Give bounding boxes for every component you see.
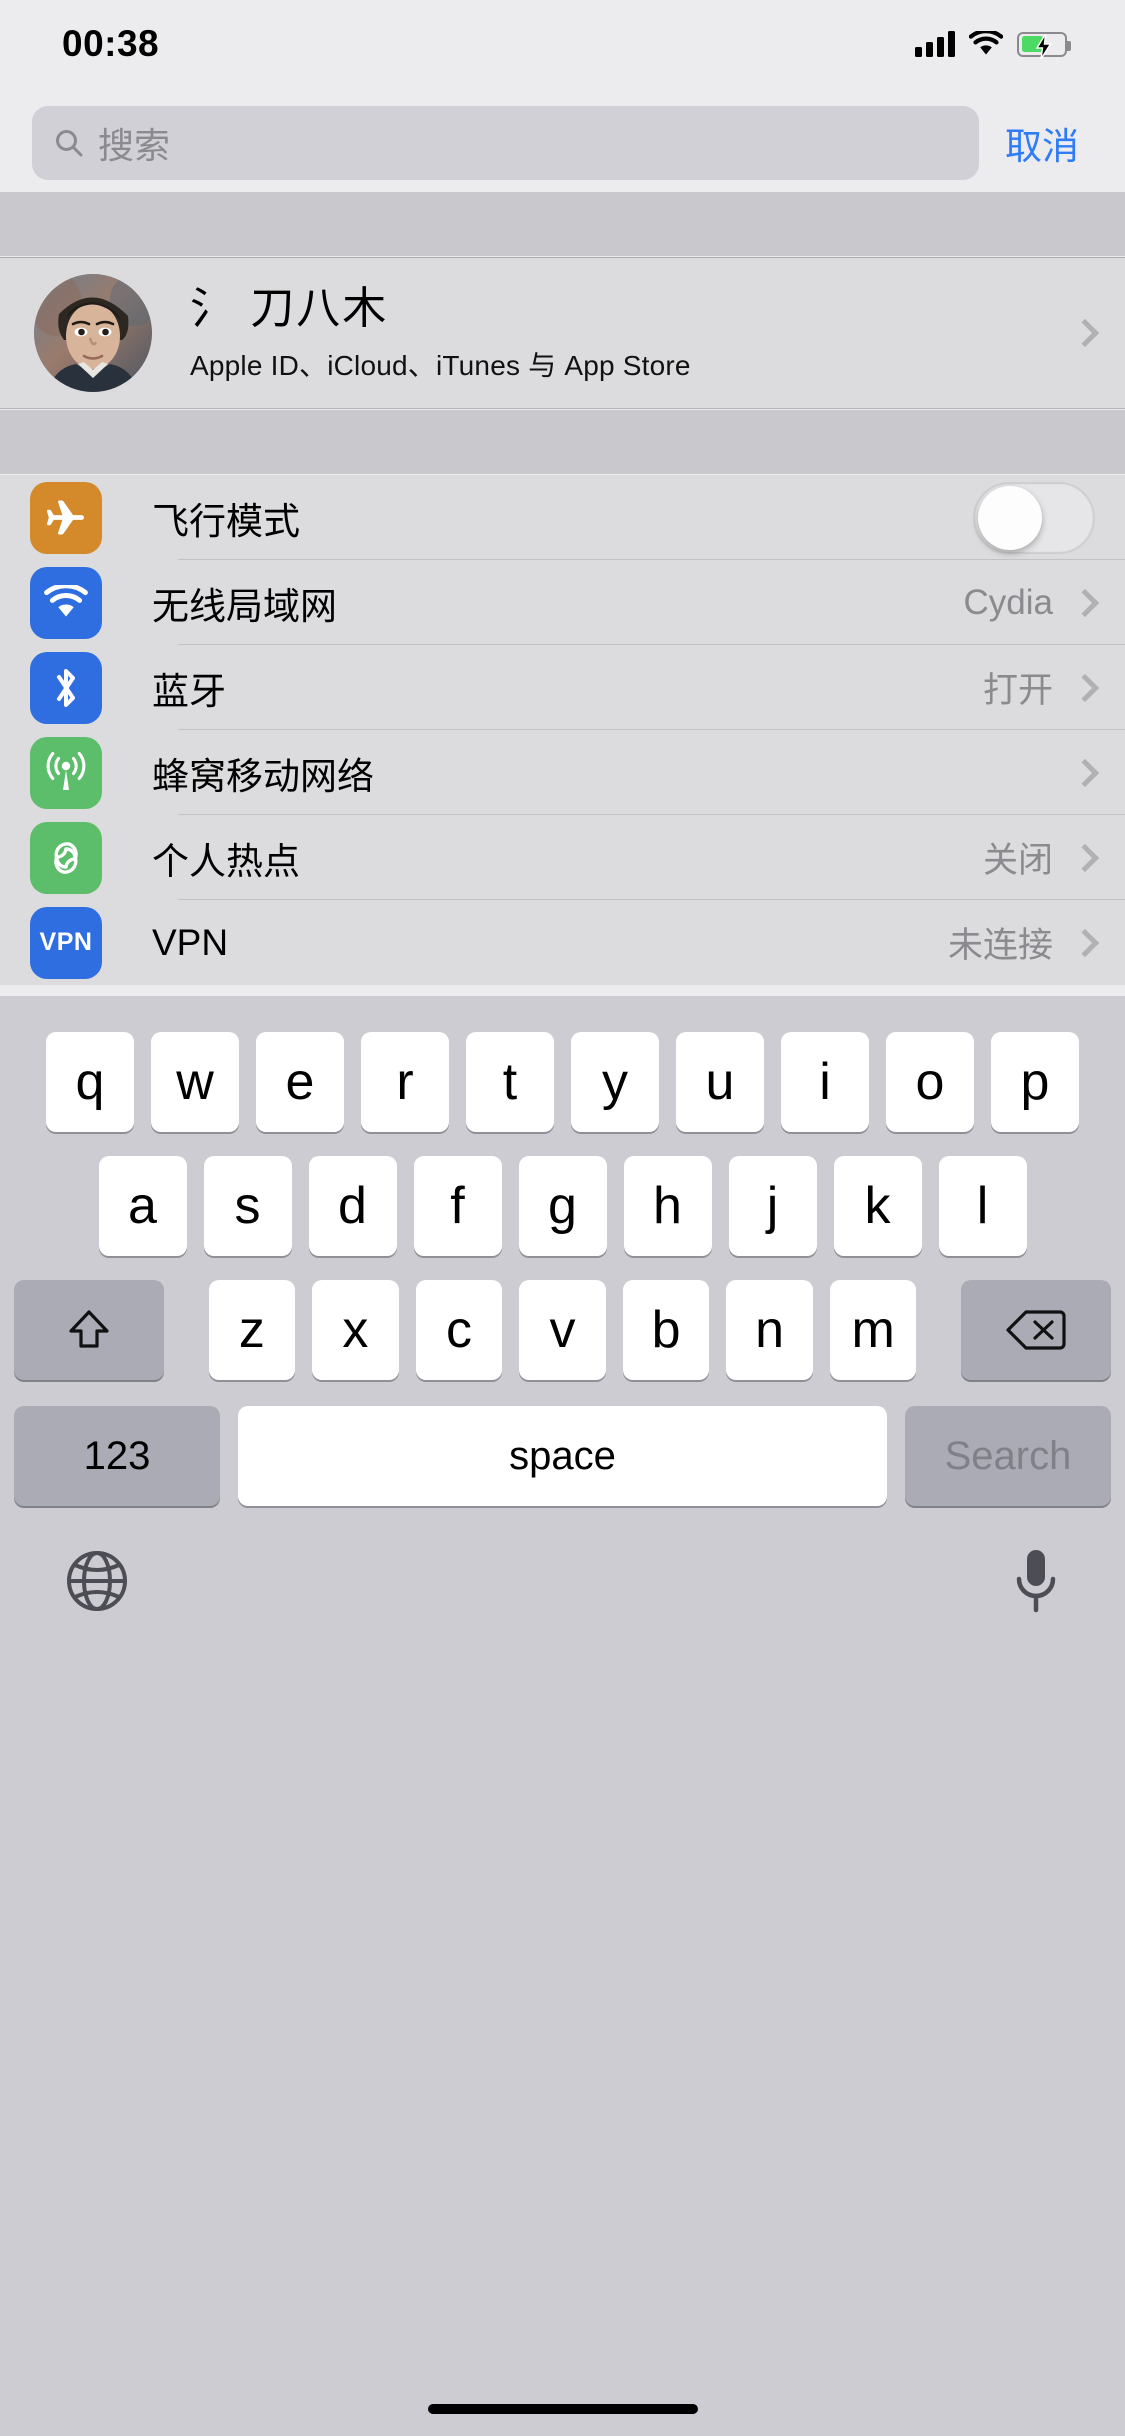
- search-cancel-button[interactable]: 取消: [979, 116, 1093, 170]
- key-d[interactable]: d: [308, 1156, 397, 1256]
- settings-row-value: 打开: [982, 671, 1053, 710]
- settings-row-value: Cydia: [963, 582, 1053, 622]
- chevron-right-icon: [1070, 843, 1100, 872]
- key-y[interactable]: y: [571, 1032, 659, 1132]
- status-bar-clock: 00:38: [62, 23, 160, 64]
- key-s[interactable]: s: [203, 1156, 292, 1256]
- search-bar: 搜索 取消: [0, 96, 1125, 190]
- settings-row-label: 蜂窝移动网络: [152, 755, 374, 797]
- chevron-right-icon: [1070, 758, 1100, 787]
- personal-hotspot-icon: [30, 821, 102, 894]
- globe-language-icon: [67, 1551, 127, 1611]
- key-k[interactable]: k: [833, 1156, 922, 1256]
- status-bar-indicators: [915, 29, 1071, 59]
- key-x[interactable]: x: [312, 1280, 399, 1380]
- cellular-antenna-icon: [30, 736, 102, 809]
- wifi-icon: [968, 29, 1004, 57]
- key-o[interactable]: o: [886, 1032, 974, 1132]
- keyboard-bottom-bar: [0, 1506, 1125, 1621]
- cellular-bars-icon: [915, 31, 955, 57]
- key-w[interactable]: w: [151, 1032, 239, 1132]
- keyboard-row-4: 123 space Search: [0, 1380, 1125, 1506]
- key-q[interactable]: q: [46, 1032, 134, 1132]
- status-bar: 00:38: [0, 0, 1125, 88]
- settings-row-label: 无线局域网: [152, 585, 337, 627]
- section-gap-top: [0, 192, 1125, 256]
- key-c[interactable]: c: [415, 1280, 503, 1380]
- key-r[interactable]: r: [361, 1032, 449, 1132]
- key-g[interactable]: g: [518, 1156, 607, 1256]
- key-i[interactable]: i: [781, 1032, 869, 1132]
- search-icon: [54, 128, 84, 158]
- dictation-key[interactable]: [1011, 1546, 1061, 1621]
- settings-row-label: VPN: [152, 921, 229, 963]
- chevron-right-icon: [1070, 588, 1100, 617]
- settings-row-value: 关闭: [982, 841, 1053, 880]
- key-m[interactable]: m: [829, 1280, 917, 1380]
- key-a[interactable]: a: [98, 1156, 187, 1256]
- profile-subtitle: Apple ID、iCloud、iTunes 与 App Store: [190, 349, 691, 381]
- key-e[interactable]: e: [256, 1032, 344, 1132]
- settings-row-bluetooth[interactable]: 蓝牙 打开: [0, 645, 1125, 730]
- search-input[interactable]: 搜索: [32, 106, 979, 180]
- apple-id-profile-row[interactable]: 氵 刀八木 Apple ID、iCloud、iTunes 与 App Store: [0, 257, 1125, 409]
- settings-row-label: 个人热点: [152, 840, 300, 882]
- shift-key[interactable]: [14, 1280, 164, 1380]
- key-l[interactable]: l: [938, 1156, 1027, 1256]
- shift-up-arrow-icon: [69, 1310, 109, 1348]
- chevron-right-icon: [1070, 318, 1100, 348]
- settings-row-label: 飞行模式: [152, 500, 300, 542]
- section-gap-bottom: [0, 410, 1125, 474]
- space-key[interactable]: space: [238, 1406, 887, 1506]
- numbers-key[interactable]: 123: [14, 1406, 220, 1506]
- settings-row-personal-hotspot[interactable]: 个人热点 关闭: [0, 815, 1125, 900]
- profile-name: 氵 刀八木: [190, 284, 389, 334]
- key-n[interactable]: n: [726, 1280, 813, 1380]
- vpn-icon: VPN: [30, 906, 102, 979]
- search-placeholder: 搜索: [98, 125, 171, 166]
- home-indicator[interactable]: [427, 2404, 698, 2414]
- chevron-right-icon: [1070, 928, 1100, 957]
- settings-row-label: 蓝牙: [152, 670, 226, 712]
- onscreen-keyboard: q w e r t y u i o p a s d f g h j k l z …: [0, 996, 1125, 2436]
- profile-text-block: 氵 刀八木 Apple ID、iCloud、iTunes 与 App Store: [152, 282, 1075, 384]
- backspace-key[interactable]: [961, 1280, 1111, 1380]
- settings-row-cellular[interactable]: 蜂窝移动网络: [0, 730, 1125, 815]
- chevron-right-icon: [1070, 673, 1100, 702]
- wifi-icon: [30, 566, 102, 639]
- keyboard-row-3: z x c v b n m: [0, 1256, 1125, 1380]
- settings-row-airplane-mode[interactable]: 飞行模式: [0, 475, 1125, 560]
- key-t[interactable]: t: [466, 1032, 554, 1132]
- key-h[interactable]: h: [623, 1156, 712, 1256]
- key-b[interactable]: b: [622, 1280, 710, 1380]
- globe-language-key[interactable]: [64, 1548, 130, 1619]
- key-v[interactable]: v: [519, 1280, 606, 1380]
- settings-row-wifi[interactable]: 无线局域网 Cydia: [0, 560, 1125, 645]
- airplane-mode-toggle[interactable]: [973, 481, 1095, 554]
- battery-charging-icon: [1017, 31, 1071, 59]
- key-u[interactable]: u: [676, 1032, 764, 1132]
- avatar: [34, 274, 152, 392]
- settings-list: 飞行模式 无线局域网 Cydia 蓝牙 打开 蜂窝移动网络 个人热点 关闭 VP…: [0, 475, 1125, 985]
- key-j[interactable]: j: [728, 1156, 817, 1256]
- key-z[interactable]: z: [208, 1280, 296, 1380]
- keyboard-row-1: q w e r t y u i o p: [0, 996, 1125, 1132]
- settings-row-vpn[interactable]: VPN VPN 未连接: [0, 900, 1125, 985]
- iphone-settings-screen: 00:38 搜索 取消 氵 刀八木 Apple ID、iCloud、iTunes…: [0, 0, 1125, 2436]
- key-p[interactable]: p: [991, 1032, 1079, 1132]
- microphone-icon: [1016, 1550, 1056, 1613]
- backspace-delete-icon: [1006, 1310, 1066, 1350]
- search-return-key[interactable]: Search: [905, 1406, 1111, 1506]
- keyboard-row-2: a s d f g h j k l: [0, 1132, 1125, 1256]
- airplane-icon: [30, 481, 102, 554]
- settings-row-value: 未连接: [947, 926, 1053, 965]
- bluetooth-icon: [30, 651, 102, 724]
- key-f[interactable]: f: [413, 1156, 502, 1256]
